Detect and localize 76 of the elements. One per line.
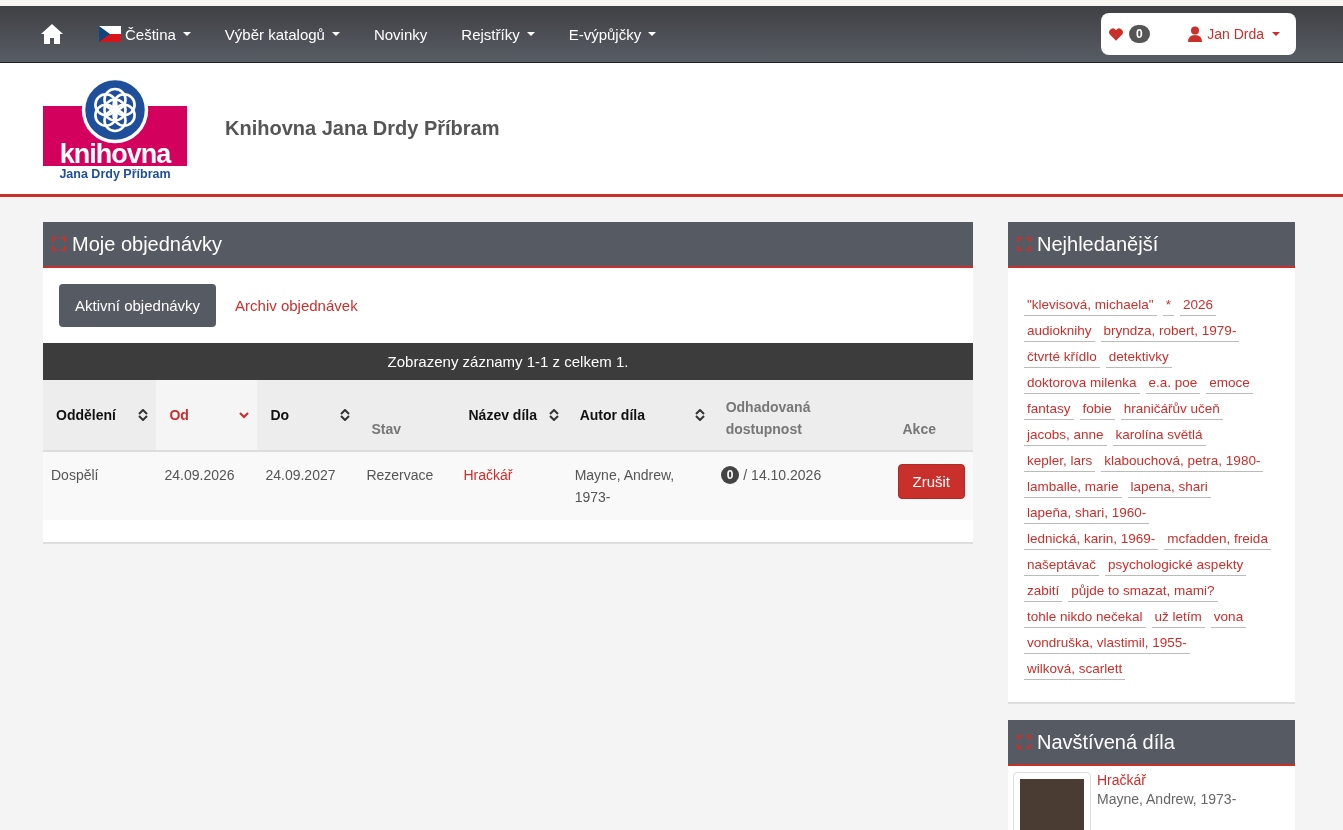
panel-title: Navštívená díla bbox=[1037, 730, 1175, 754]
sort-icon[interactable] bbox=[340, 409, 351, 421]
queue-badge: 0 bbox=[720, 466, 740, 484]
table-cell: 24.09.2026 bbox=[164, 467, 235, 483]
search-tag-link[interactable]: emoce bbox=[1206, 373, 1253, 394]
column-header[interactable]: Název díla bbox=[455, 380, 567, 451]
search-tag-link[interactable]: vondruška, vlastimil, 1955- bbox=[1024, 633, 1190, 654]
table-cell: Mayne, Andrew, 1973- bbox=[574, 467, 675, 505]
title-link[interactable]: Hračkář bbox=[463, 467, 513, 483]
search-tag-link[interactable]: doktorova milenka bbox=[1024, 373, 1140, 394]
user-icon bbox=[1188, 26, 1203, 42]
user-menu[interactable]: Jan Drda bbox=[1188, 26, 1280, 42]
corner-frame-icon bbox=[52, 237, 66, 251]
home-icon[interactable] bbox=[40, 23, 64, 45]
cancel-button[interactable]: Zrušit bbox=[897, 464, 965, 499]
search-tag-link[interactable]: kepler, lars bbox=[1024, 451, 1096, 472]
table-cell: 24.09.2027 bbox=[265, 467, 336, 483]
search-tag-link[interactable]: už letím bbox=[1151, 607, 1205, 628]
results-summary: Zobrazeny záznamy 1-1 z celkem 1. bbox=[43, 343, 973, 380]
nav-menu-item[interactable]: E-výpůjčky bbox=[551, 25, 674, 43]
author-text: Mayne, Andrew, 1973- bbox=[1097, 791, 1237, 807]
search-tag-link[interactable]: wilková, scarlett bbox=[1024, 659, 1126, 680]
corner-frame-icon bbox=[1017, 735, 1031, 749]
nav-menu-item[interactable]: Rejstříky bbox=[444, 25, 552, 43]
search-tag-link[interactable]: lapena, shari bbox=[1127, 477, 1211, 498]
table-cell: Dospělí bbox=[51, 467, 99, 483]
heart-icon[interactable] bbox=[1109, 27, 1123, 41]
search-tag-link[interactable]: karolína světlá bbox=[1112, 425, 1206, 446]
column-header: Stav bbox=[358, 380, 456, 451]
panel-title: Nejhledanější bbox=[1037, 232, 1159, 256]
column-header[interactable]: Autor díla bbox=[566, 380, 713, 451]
search-tag-link[interactable]: hraničářův učeň bbox=[1120, 399, 1223, 420]
orders-tab[interactable]: Aktivní objednávky bbox=[59, 284, 217, 327]
search-tag-link[interactable]: lamballe, marie bbox=[1024, 477, 1122, 498]
search-tag-link[interactable]: zabití bbox=[1024, 581, 1063, 602]
nav-menu-item[interactable]: Čeština bbox=[82, 25, 208, 43]
search-tag-link[interactable]: psychologické aspekty bbox=[1105, 555, 1247, 576]
corner-frame-icon bbox=[1017, 237, 1031, 251]
search-tag-link[interactable]: fobie bbox=[1079, 399, 1115, 420]
panel-title: Moje objednávky bbox=[72, 232, 223, 256]
search-tag-link[interactable]: klabouchová, petra, 1980- bbox=[1101, 451, 1264, 472]
column-header: Akce bbox=[889, 380, 973, 451]
search-tag-link[interactable]: 2026 bbox=[1179, 295, 1216, 316]
search-tag-link[interactable]: lednická, karin, 1969- bbox=[1024, 529, 1159, 550]
sort-icon[interactable] bbox=[138, 409, 149, 421]
column-header[interactable]: Od bbox=[156, 380, 258, 451]
sort-icon[interactable] bbox=[548, 409, 559, 421]
search-tag-link[interactable]: čtvrté křídlo bbox=[1024, 347, 1100, 368]
search-tag-link[interactable]: e.a. poe bbox=[1145, 373, 1201, 394]
title-link[interactable]: Hračkář bbox=[1097, 772, 1237, 788]
search-tag-link[interactable]: tohle nikdo nečekal bbox=[1024, 607, 1146, 628]
search-tag-link[interactable]: půjde to smazat, mami? bbox=[1068, 581, 1218, 602]
search-tag-link[interactable]: lapeňa, shari, 1960- bbox=[1024, 503, 1150, 524]
table-cell-text: / 14.10.2026 bbox=[743, 466, 822, 485]
search-tag-link[interactable]: "klevisová, michaela" bbox=[1024, 295, 1157, 316]
site-title: Knihovna Jana Drdy Příbram bbox=[225, 117, 500, 140]
column-header[interactable]: Do bbox=[257, 380, 359, 451]
search-tag-link[interactable]: detektivky bbox=[1105, 347, 1172, 368]
search-tag-link[interactable]: * bbox=[1162, 295, 1174, 316]
search-tag-link[interactable]: audioknihy bbox=[1024, 321, 1095, 342]
orders-tab[interactable]: Archiv objednávek bbox=[219, 284, 374, 327]
favorites-count-badge: 0 bbox=[1129, 25, 1150, 43]
sort-descending-icon[interactable] bbox=[239, 409, 250, 421]
search-tag-link[interactable]: vona bbox=[1210, 607, 1247, 628]
sort-icon[interactable] bbox=[694, 409, 705, 421]
column-header[interactable]: Oddělení bbox=[43, 380, 157, 451]
search-tag-link[interactable]: fantasy bbox=[1024, 399, 1074, 420]
nav-menu-item[interactable]: Výběr katalogů bbox=[207, 25, 357, 43]
search-tag-link[interactable]: mcfadden, freida bbox=[1164, 529, 1271, 550]
czech-flag-icon bbox=[99, 26, 121, 42]
nav-menu-item[interactable]: Novinky bbox=[356, 25, 445, 43]
search-tag-link[interactable]: našeptávač bbox=[1024, 555, 1100, 576]
table-cell: Rezervace bbox=[366, 467, 434, 483]
search-tag-link[interactable]: jacobs, anne bbox=[1024, 425, 1107, 446]
search-tag-link[interactable]: bryndza, robert, 1979- bbox=[1100, 321, 1240, 342]
column-header: Odhadovaná dostupnost bbox=[712, 380, 890, 451]
